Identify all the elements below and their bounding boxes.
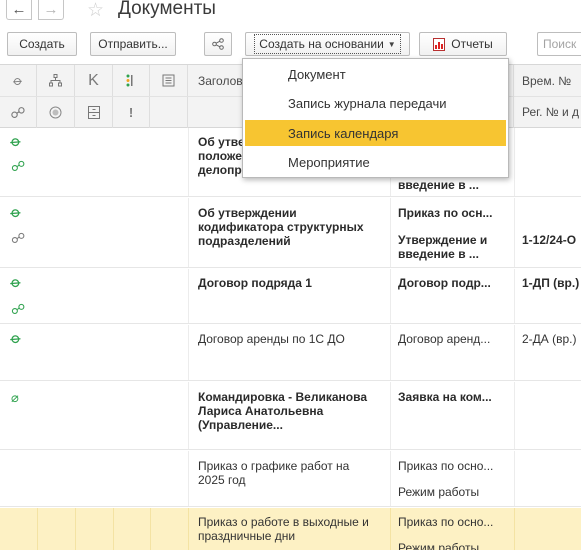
table-row[interactable]: ⌀ Командировка - Великанова Лариса Анато… <box>0 382 581 450</box>
table-row[interactable]: ⌀ ☍ Об утверждении кодификатора структур… <box>0 198 581 268</box>
table-row[interactable]: ⌀ Договор аренды по 1С ДО Договор аренд.… <box>0 325 581 381</box>
document-title: Договор подряда 1 <box>198 276 312 290</box>
reports-button-label: Отчеты <box>451 37 493 51</box>
paperclip-icon: ⌀ <box>6 329 25 349</box>
time-number-column-header[interactable]: Врем. № <box>522 74 571 88</box>
document-title: Об утве положе делопр <box>198 135 245 177</box>
create-button[interactable]: Создать <box>7 32 77 56</box>
reg-number-column-header[interactable]: Рег. № и д <box>522 105 579 119</box>
menu-item-calendar-entry[interactable]: Запись календаря <box>245 120 506 146</box>
tasks-column-header[interactable] <box>113 65 150 96</box>
menu-item-document[interactable]: Документ <box>245 61 506 87</box>
structure-column-header[interactable] <box>37 65 75 96</box>
favorite-star-icon[interactable]: ☆ <box>87 0 104 22</box>
create-based-on-menu: Документ Запись журнала передачи Запись … <box>242 58 509 178</box>
document-kind: Приказ по осно... <box>398 459 494 473</box>
create-based-on-focus: Создать на основании ▼ <box>254 34 401 54</box>
menu-item-event[interactable]: Мероприятие <box>245 149 506 175</box>
business-trip-icon: ⌀ <box>11 390 19 405</box>
letter-k-icon: K <box>88 71 99 89</box>
document-title: Приказ о графике работ на 2025 год <box>198 459 350 487</box>
send-button[interactable]: Отправить... <box>90 32 176 56</box>
document-kind-detail: Режим работы <box>398 541 480 550</box>
participants-column-header[interactable]: ☍ <box>0 97 37 128</box>
cabinet-icon <box>87 106 100 119</box>
target-icon <box>49 106 62 119</box>
title-bar: ← → ☆ Документы <box>0 0 581 26</box>
people-icon: ☍ <box>10 104 26 122</box>
status-column-header[interactable] <box>37 97 75 128</box>
table-row[interactable]: ⌀ ☍ Договор подряда 1 Договор подр... 1-… <box>0 269 581 324</box>
caret-down-icon: ▼ <box>387 39 396 49</box>
create-based-on-button[interactable]: Создать на основании ▼ <box>245 32 410 56</box>
people-icon: ☍ <box>11 230 26 246</box>
table-row[interactable]: Приказ о графике работ на 2025 год Прика… <box>0 451 581 507</box>
create-based-on-label: Создать на основании <box>259 37 384 51</box>
importance-column-header[interactable]: ! <box>113 97 150 128</box>
exclamation-icon: ! <box>128 105 134 120</box>
document-title: Командировка - Великанова Лариса Анатоль… <box>198 390 368 432</box>
hierarchy-icon <box>49 74 62 87</box>
paperclip-icon: ⌀ <box>6 273 25 293</box>
arrow-right-icon: → <box>43 1 59 18</box>
list-icon <box>162 74 175 87</box>
share-icon <box>212 38 224 50</box>
share-button[interactable] <box>204 32 232 56</box>
create-button-label: Создать <box>19 37 65 51</box>
document-kind-detail: введение в ... <box>398 178 479 192</box>
attachment-column-header[interactable]: ⌀ <box>0 65 37 96</box>
people-icon: ☍ <box>11 158 26 174</box>
document-title: Об утверждении кодификатора структурных … <box>198 206 364 248</box>
back-button[interactable]: ← <box>6 0 32 20</box>
document-title: Договор аренды по 1С ДО <box>198 332 345 346</box>
document-kind: Заявка на ком... <box>398 390 492 404</box>
document-kind: Приказ по осн... <box>398 206 493 220</box>
blank-column-header <box>150 97 188 128</box>
document-kind: Приказ по осно... <box>398 515 494 529</box>
document-kind: Договор подр... <box>398 276 491 290</box>
document-kind-detail: Режим работы <box>398 485 480 499</box>
table-row-selected[interactable]: Приказ о работе в выходные и праздничные… <box>0 508 581 550</box>
search-input[interactable] <box>537 32 581 56</box>
reg-number: 2-ДА (вр.) <box>522 332 577 346</box>
menu-item-transfer-log[interactable]: Запись журнала передачи <box>245 90 506 116</box>
reports-button[interactable]: Отчеты <box>419 32 507 56</box>
tasks-icon <box>126 74 133 87</box>
document-title: Приказ о работе в выходные и праздничные… <box>198 515 369 543</box>
reg-number: 1-12/24-О <box>522 233 577 247</box>
paperclip-icon: ⌀ <box>6 132 25 152</box>
paperclip-icon: ⌀ <box>6 203 25 223</box>
document-kind-detail: Утверждение и введение в ... <box>398 233 488 261</box>
paperclip-icon: ⌀ <box>10 71 27 89</box>
storage-column-header[interactable] <box>75 97 113 128</box>
send-button-label: Отправить... <box>98 37 168 51</box>
k-column-header[interactable]: K <box>75 65 113 96</box>
page-title: Документы <box>118 0 216 19</box>
title-column-header[interactable]: Заголов <box>198 74 243 88</box>
people-icon: ☍ <box>11 301 26 317</box>
list-column-header[interactable] <box>150 65 188 96</box>
report-chart-icon <box>433 37 446 51</box>
reg-number: 1-ДП (вр.) <box>522 276 580 290</box>
forward-button[interactable]: → <box>38 0 64 20</box>
arrow-left-icon: ← <box>11 1 27 18</box>
document-kind: Договор аренд... <box>398 332 491 346</box>
